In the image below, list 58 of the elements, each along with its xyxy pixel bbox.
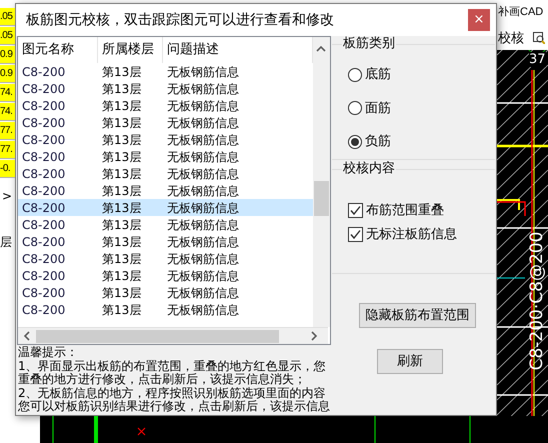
window-title: 板筋图元校核，双击跟踪图元可以进行查看和修改 <box>26 10 335 30</box>
circle-label: 37 <box>529 52 546 67</box>
hint-text: 重叠的地方进行修改，点击刷新后，该提示信息消失； <box>18 373 307 386</box>
grid-cell: 0.9 <box>0 65 15 83</box>
list-row[interactable]: C8-200 第13层 无板钢筋信息 <box>18 165 313 182</box>
rebar-label: C8-200·C8@200 <box>527 230 547 372</box>
grid-cell: .05 <box>0 8 15 26</box>
group-title: 板筋类别 <box>342 36 396 52</box>
list-row[interactable]: C8-200 第13层 无板钢筋信息 <box>18 216 313 233</box>
toolbar-button[interactable]: 校核 <box>498 29 524 48</box>
list-row[interactable]: C8-200 第13层 无板钢筋信息 <box>18 267 313 284</box>
vertical-scrollbar[interactable] <box>313 37 330 327</box>
list-row[interactable]: C8-200 第13层 无板钢筋信息 <box>18 199 313 216</box>
list-row[interactable]: C8-200 第13层 无板钢筋信息 <box>18 284 313 301</box>
list-row[interactable]: C8-200 第13层 无板钢筋信息 <box>18 182 313 199</box>
list-row[interactable]: C8-200 第13层 无板钢筋信息 <box>18 131 313 148</box>
list-row[interactable]: C8-200 第13层 无板钢筋信息 <box>18 250 313 267</box>
list-row[interactable]: C8-200 第13层 无板钢筋信息 <box>18 80 313 97</box>
grid-cell: 74. <box>0 84 15 102</box>
checkbox-label[interactable]: 无标注板筋信息 <box>366 225 457 244</box>
horizontal-scrollbar[interactable] <box>18 327 328 344</box>
scroll-arrow[interactable]: > <box>2 187 12 205</box>
hide-range-button[interactable]: 隐藏板筋布置范围 <box>359 303 476 328</box>
radio-button[interactable] <box>348 101 362 116</box>
checkbox[interactable] <box>348 203 363 218</box>
list-row[interactable]: C8-200 第13层 无板钢筋信息 <box>18 63 313 80</box>
radio-label[interactable]: 负筋 <box>365 132 391 152</box>
hint-text: 2、无板筋信息的地方，程序按照识别板筋选项里面的内容 <box>18 386 327 400</box>
list-row[interactable]: C8-200 第13层 无板钢筋信息 <box>18 148 313 165</box>
app-title: 补画CAD <box>498 4 544 20</box>
grid-cell: 77. <box>0 122 15 140</box>
radio-button[interactable] <box>348 134 362 149</box>
column-header[interactable]: 图元名称 <box>18 37 98 63</box>
hint-text: 您可以对板筋识别结果进行修改，点击刷新后，该提示信息 <box>18 400 331 414</box>
checkbox[interactable] <box>348 227 363 242</box>
group-title: 校核内容 <box>342 161 396 177</box>
radio-button[interactable] <box>348 68 362 82</box>
refresh-button[interactable]: 刷新 <box>377 349 443 374</box>
radio-label[interactable]: 面筋 <box>365 98 391 118</box>
scrollbar-thumb[interactable] <box>314 181 329 216</box>
panel-label: 层 <box>0 234 12 251</box>
checkbox-label[interactable]: 布筋范围重叠 <box>366 201 444 220</box>
hint-text: 1、界面显示出板筋的布置范围，重叠的地方红色显示，您 <box>18 360 327 372</box>
grid-cell: -0. <box>0 160 15 178</box>
radio-label[interactable]: 底筋 <box>365 65 391 84</box>
grid-cell: 74. <box>0 103 15 121</box>
list-row[interactable]: C8-200 第13层 无板钢筋信息 <box>18 301 313 318</box>
grid-cell: 77. <box>0 141 15 159</box>
list-row[interactable]: C8-200 第13层 无板钢筋信息 <box>18 233 313 250</box>
column-header[interactable]: 所属楼层 <box>98 37 163 63</box>
list-row[interactable]: C8-200 第13层 无板钢筋信息 <box>18 114 313 131</box>
grid-cell: .05 <box>0 27 15 45</box>
zoom-icon[interactable] <box>533 32 545 44</box>
scrollbar-thumb[interactable] <box>36 330 279 343</box>
list-row[interactable]: C8-200 第13层 无板钢筋信息 <box>18 97 313 114</box>
grid-cell: 0.9 <box>0 46 15 64</box>
close-button[interactable]: × <box>468 9 490 31</box>
hint-title: 温馨提示： <box>18 346 79 360</box>
